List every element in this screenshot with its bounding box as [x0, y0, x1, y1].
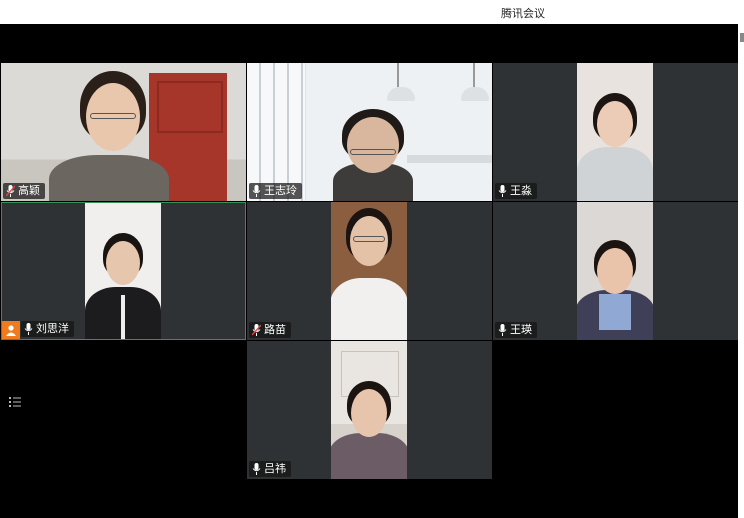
door-panel [157, 81, 223, 133]
participant-tile-2[interactable]: 王志玲 [247, 63, 492, 201]
participant-tile-6[interactable]: 王瑛 [493, 202, 738, 340]
window-edge-handle[interactable] [740, 33, 744, 42]
participant-name: 吕祎 [264, 463, 286, 475]
mic-icon [252, 185, 261, 197]
participant-video [577, 202, 653, 340]
ceiling-lamp [461, 87, 489, 101]
meeting-window: 高颖 王志玲 王淼 刘思洋 路苗 王瑛 吕祎 [0, 24, 738, 518]
participant-name: 路苗 [264, 324, 286, 336]
mic-icon [252, 463, 261, 475]
list-icon[interactable] [8, 395, 22, 409]
mic-icon [24, 323, 33, 335]
participant-tile-7[interactable]: 吕祎 [247, 341, 492, 479]
participant-video [331, 202, 407, 340]
mic-muted-icon [6, 185, 15, 197]
meeting-top-bar [0, 24, 738, 62]
participant-video [1, 63, 246, 201]
mic-muted-icon [252, 324, 261, 336]
app-title: 腾讯会议 [501, 8, 545, 20]
participant-name: 王志玲 [264, 185, 297, 197]
participant-tile-4[interactable]: 刘思洋 [1, 202, 246, 340]
participant-label: 刘思洋 [21, 321, 74, 337]
participant-video [331, 341, 407, 479]
table [407, 155, 492, 163]
participant-label: 高颖 [3, 183, 45, 199]
mic-icon [498, 185, 507, 197]
participant-name: 王瑛 [510, 324, 532, 336]
participant-label: 王淼 [495, 183, 537, 199]
participant-tile-3[interactable]: 王淼 [493, 63, 738, 201]
participant-tile-5[interactable]: 路苗 [247, 202, 492, 340]
participant-video [85, 203, 161, 339]
participant-video [577, 63, 653, 201]
participant-tile-1[interactable]: 高颖 [1, 63, 246, 201]
host-icon [2, 321, 20, 339]
participant-name: 刘思洋 [36, 323, 69, 335]
participant-video [247, 63, 492, 201]
ceiling-lamp [387, 87, 415, 101]
participant-label: 吕祎 [249, 461, 291, 477]
participant-name: 高颖 [18, 185, 40, 197]
participant-label: 王瑛 [495, 322, 537, 338]
participant-name: 王淼 [510, 185, 532, 197]
participant-label: 王志玲 [249, 183, 302, 199]
participant-label: 路苗 [249, 322, 291, 338]
title-bar: 腾讯会议 [0, 0, 744, 24]
window-blinds [247, 63, 305, 201]
mic-icon [498, 324, 507, 336]
